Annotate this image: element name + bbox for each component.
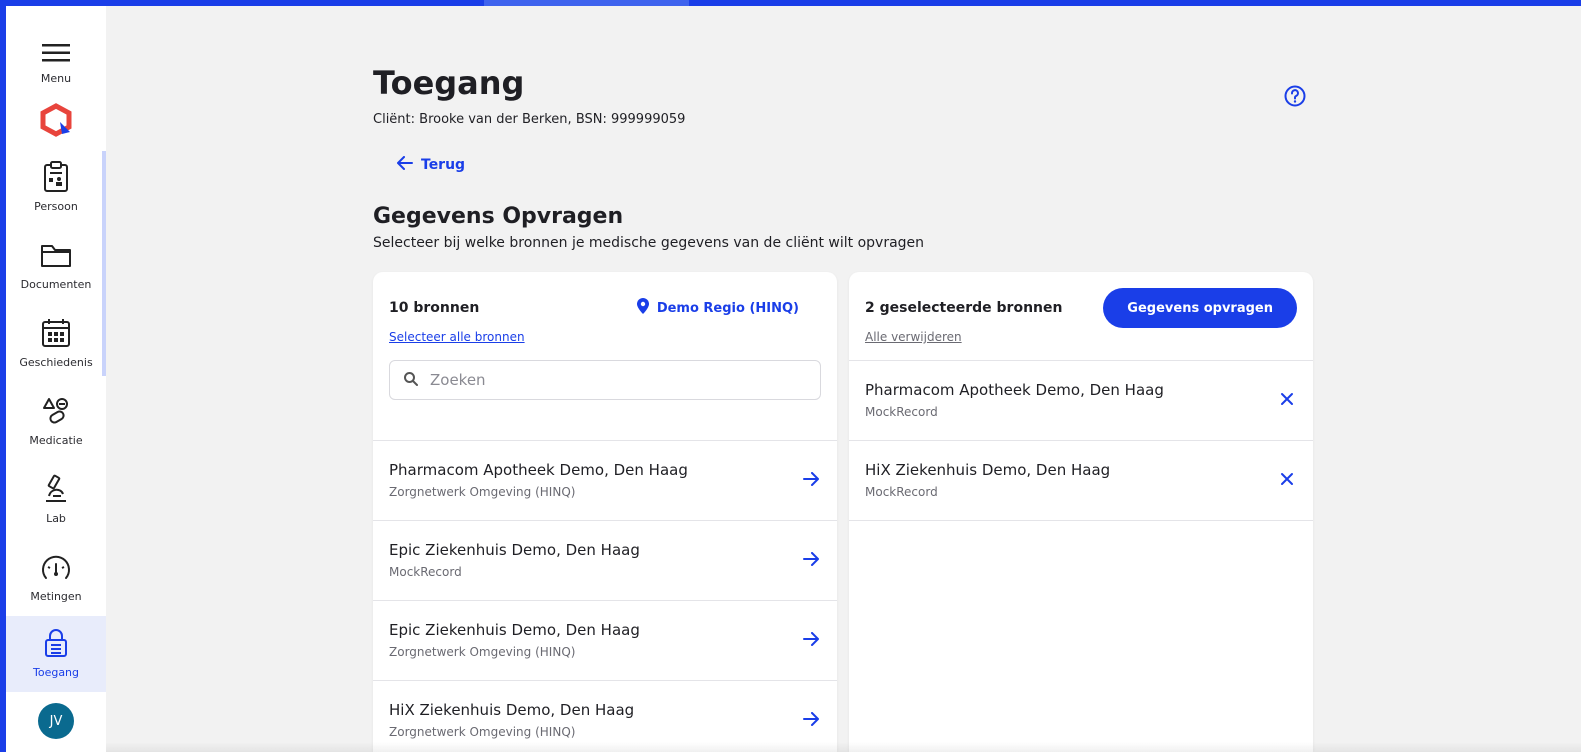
source-network: Zorgnetwerk Omgeving (HINQ): [389, 725, 576, 739]
sidebar-item-label: Documenten: [20, 278, 92, 291]
sidebar-item-persoon[interactable]: Persoon: [6, 156, 106, 228]
selected-source-name: Pharmacom Apotheek Demo, Den Haag: [865, 381, 1164, 399]
medication-shapes-icon: [39, 394, 73, 428]
calendar-icon: [39, 316, 73, 350]
sidebar-item-medicatie[interactable]: Medicatie: [6, 390, 106, 462]
source-network: MockRecord: [389, 565, 462, 579]
help-icon[interactable]: [1284, 85, 1306, 107]
arrow-right-icon[interactable]: [801, 549, 821, 569]
arrow-left-icon: [397, 156, 413, 174]
clipboard-person-icon: [39, 160, 73, 194]
close-icon[interactable]: [1277, 389, 1297, 409]
back-link[interactable]: Terug: [397, 156, 465, 174]
source-row[interactable]: Epic Ziekenhuis Demo, Den Haag MockRecor…: [373, 521, 837, 601]
close-icon[interactable]: [1277, 469, 1297, 489]
menu-label: Menu: [40, 72, 72, 85]
select-all-link[interactable]: Selecteer alle bronnen: [389, 330, 525, 344]
region-label: Demo Regio (HINQ): [656, 300, 799, 316]
page-title: Toegang: [373, 64, 525, 102]
sidebar-item-metingen[interactable]: Metingen: [6, 546, 106, 618]
sources-card: 10 bronnen Demo Regio (HINQ) Selecteer a…: [373, 272, 837, 752]
sidebar-item-label: Persoon: [34, 200, 78, 213]
remove-all-link[interactable]: Alle verwijderen: [865, 330, 962, 344]
source-row[interactable]: Epic Ziekenhuis Demo, Den Haag Zorgnetwe…: [373, 601, 837, 681]
source-name: Epic Ziekenhuis Demo, Den Haag: [389, 541, 640, 559]
selected-sources-card: 2 geselecteerde bronnen Gegevens opvrage…: [849, 272, 1313, 752]
section-title: Gegevens Opvragen: [373, 204, 624, 229]
sidebar-item-geschiedenis[interactable]: Geschiedenis: [6, 312, 106, 384]
menu-button[interactable]: Menu: [6, 32, 106, 92]
folder-icon: [39, 238, 73, 272]
arrow-right-icon[interactable]: [801, 469, 821, 489]
source-row[interactable]: Pharmacom Apotheek Demo, Den Haag Zorgne…: [373, 441, 837, 521]
sidebar-item-lab[interactable]: Lab: [6, 468, 106, 540]
region-selector[interactable]: Demo Regio (HINQ): [636, 298, 799, 318]
hamburger-icon: [39, 36, 73, 70]
app-window: Menu Persoon Documenten Geschiedenis Med…: [6, 6, 1581, 752]
source-name: Pharmacom Apotheek Demo, Den Haag: [389, 461, 688, 479]
selected-source-name: HiX Ziekenhuis Demo, Den Haag: [865, 461, 1111, 479]
location-pin-icon: [636, 298, 649, 318]
sidebar-item-label: Lab: [46, 512, 66, 525]
user-avatar[interactable]: JV: [38, 703, 74, 739]
selected-header: 2 geselecteerde bronnen Gegevens opvrage…: [849, 272, 1313, 361]
sidebar: Menu Persoon Documenten Geschiedenis Med…: [6, 6, 106, 752]
search-icon: [404, 371, 418, 390]
bottom-shadow: [106, 742, 1581, 752]
search-input[interactable]: [428, 370, 812, 390]
selected-count: 2 geselecteerde bronnen: [865, 300, 1063, 316]
arrow-right-icon[interactable]: [801, 709, 821, 729]
source-name: HiX Ziekenhuis Demo, Den Haag: [389, 701, 635, 719]
request-data-button[interactable]: Gegevens opvragen: [1103, 288, 1297, 328]
arrow-right-icon[interactable]: [801, 629, 821, 649]
sources-header: 10 bronnen Demo Regio (HINQ) Selecteer a…: [373, 272, 837, 441]
sources-count: 10 bronnen: [389, 300, 480, 316]
sidebar-item-label: Metingen: [30, 590, 82, 603]
selected-source-row: HiX Ziekenhuis Demo, Den Haag MockRecord: [849, 441, 1313, 521]
sidebar-item-label: Toegang: [32, 666, 80, 679]
microscope-icon: [39, 472, 73, 506]
source-network: Zorgnetwerk Omgeving (HINQ): [389, 485, 576, 499]
source-name: Epic Ziekenhuis Demo, Den Haag: [389, 621, 640, 639]
selected-source-row: Pharmacom Apotheek Demo, Den Haag MockRe…: [849, 361, 1313, 441]
lock-icon: [39, 626, 73, 660]
sidebar-item-toegang[interactable]: Toegang: [6, 616, 106, 692]
sidebar-item-label: Medicatie: [29, 434, 83, 447]
search-box[interactable]: [389, 360, 821, 400]
selected-source-network: MockRecord: [865, 485, 938, 499]
back-label: Terug: [421, 157, 466, 173]
section-subtitle: Selecteer bij welke bronnen je medische …: [373, 235, 925, 251]
selected-source-network: MockRecord: [865, 405, 938, 419]
gauge-icon: [39, 550, 73, 584]
brand-logo-icon: [38, 102, 74, 138]
client-info: Cliënt: Brooke van der Berken, BSN: 9999…: [373, 112, 686, 127]
source-network: Zorgnetwerk Omgeving (HINQ): [389, 645, 576, 659]
sidebar-item-documenten[interactable]: Documenten: [6, 234, 106, 306]
sidebar-item-label: Geschiedenis: [19, 356, 93, 369]
